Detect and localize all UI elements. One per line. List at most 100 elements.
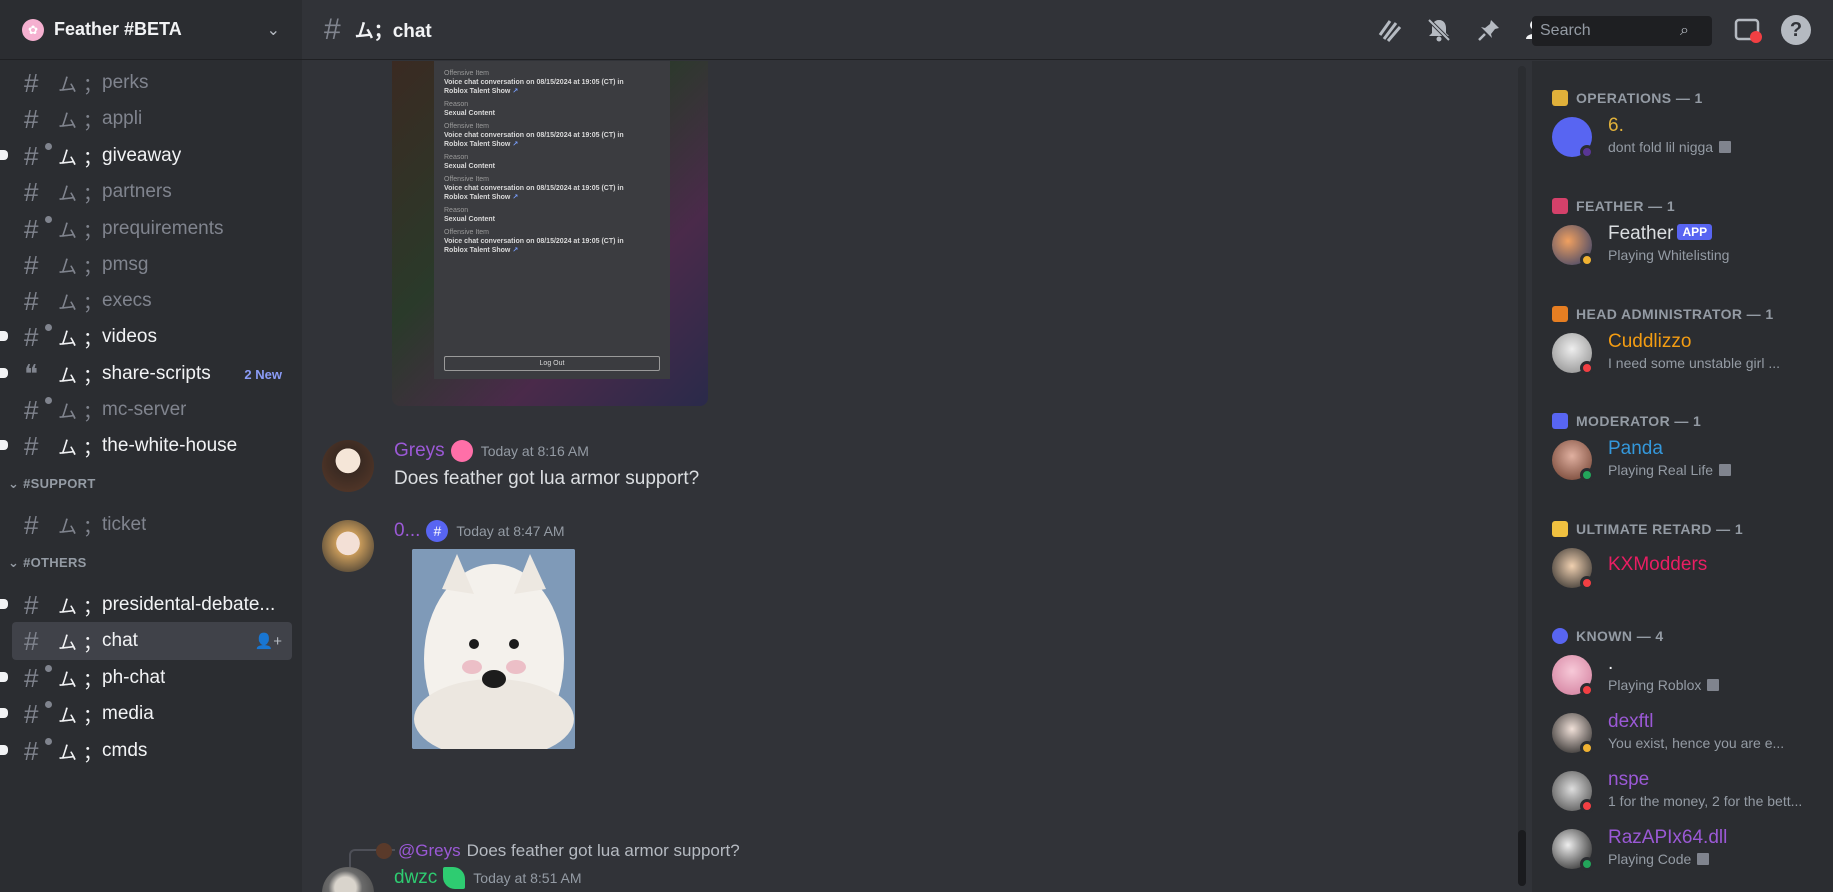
notification-muted-icon[interactable] — [1425, 16, 1453, 44]
channel-share-scripts[interactable]: ❝ ム； share-scripts 2 New — [0, 355, 292, 393]
server-name: Feather #BETA — [54, 19, 182, 39]
member-item[interactable]: Panda Playing Real Life — [1552, 436, 1822, 484]
server-icon: ✿ — [22, 18, 44, 41]
locked-hash-icon: # — [24, 663, 54, 694]
role-icon — [1552, 521, 1568, 537]
shield-icon — [1552, 306, 1568, 322]
channel-media[interactable]: # ム； media — [0, 695, 292, 733]
username[interactable]: dwzc — [394, 867, 437, 889]
channel-presidental-debate[interactable]: # ム； presidental-debate... — [0, 586, 292, 624]
channel-the-white-house[interactable]: # ム； the-white-house — [0, 427, 292, 465]
unread-indicator — [0, 708, 8, 718]
dog-image-attachment[interactable] — [412, 549, 575, 749]
threads-icon[interactable] — [1375, 16, 1403, 44]
status-idle-icon — [1580, 741, 1594, 755]
member-status-text: Playing Code — [1608, 851, 1692, 867]
member-name: nspe — [1608, 769, 1650, 790]
member-status-text: I need some unstable girl ... — [1608, 355, 1780, 371]
member-name: Panda — [1608, 438, 1663, 459]
channel-name: mc-server — [102, 399, 187, 420]
server-header[interactable]: ✿ Feather #BETA ⌄ — [0, 0, 302, 60]
member-name: 6. — [1608, 115, 1624, 136]
role-icon — [1552, 198, 1568, 214]
member-item[interactable]: nspe 1 for the money, 2 for the bett... — [1552, 767, 1822, 815]
shield-icon — [1552, 413, 1568, 429]
role-header-operations: OPERATIONS — 1 — [1552, 90, 1703, 106]
help-icon[interactable]: ? — [1781, 15, 1811, 45]
locked-hash-icon: # — [24, 322, 54, 353]
member-item[interactable]: KXModders — [1552, 544, 1822, 592]
hash-icon: # — [24, 176, 39, 207]
status-online-icon — [1580, 857, 1594, 871]
channel-prequirements[interactable]: # ム； prequirements — [12, 210, 292, 248]
channel-execs[interactable]: # ム； execs — [12, 282, 292, 320]
status-online-icon — [1580, 468, 1594, 482]
channel-sidebar: ✿ Feather #BETA ⌄ # ム； perks # ム； appli … — [0, 0, 302, 892]
image-attachment[interactable]: Offensive Item Voice chat conversation o… — [392, 61, 708, 406]
reply-avatar — [376, 843, 392, 859]
channel-perks[interactable]: # ム； perks — [12, 64, 292, 102]
channel-partners[interactable]: # ム； partners — [12, 173, 292, 211]
unread-indicator — [0, 150, 8, 160]
member-name: RazAPIx64.dll — [1608, 827, 1728, 848]
username[interactable]: 0... — [394, 520, 420, 542]
hash-icon: # — [24, 509, 39, 540]
member-item[interactable]: Cuddlizzo I need some unstable girl ... — [1552, 329, 1822, 377]
search-input[interactable] — [1540, 22, 1680, 40]
member-item[interactable]: dexftl You exist, hence you are e... — [1552, 709, 1822, 757]
unread-indicator — [0, 368, 8, 378]
channel-name: perks — [102, 72, 149, 93]
channel-ticket[interactable]: # ム； ticket — [12, 506, 292, 544]
chevron-down-icon[interactable]: ⌄ — [267, 20, 280, 40]
note-icon — [1719, 141, 1732, 153]
channel-cmds[interactable]: # ム； cmds — [0, 732, 292, 770]
channel-name: cmds — [102, 740, 148, 761]
channel-ph-chat[interactable]: # ム； ph-chat — [0, 659, 292, 697]
channel-appli[interactable]: # ム； appli — [12, 100, 292, 138]
kirby-emoji-icon — [450, 440, 473, 462]
channel-pmsg[interactable]: # ム； pmsg — [12, 246, 292, 284]
reply-username[interactable]: @Greys — [398, 841, 461, 861]
new-posts-badge: 2 New — [244, 366, 282, 382]
channel-videos[interactable]: # ム； videos — [0, 318, 292, 356]
hash-icon: # — [24, 103, 39, 134]
logout-button-image: Log Out — [444, 356, 660, 371]
channel-chat[interactable]: # ム； chat 👤+ — [12, 622, 292, 660]
forum-icon: ❝ — [24, 358, 38, 389]
username[interactable]: Greys — [394, 440, 445, 462]
member-status-text: Playing Whitelisting — [1608, 247, 1730, 263]
role-icon — [1552, 90, 1568, 106]
unread-indicator — [0, 331, 8, 341]
category-support[interactable]: ⌄ #SUPPORT — [8, 476, 96, 492]
scrollbar-thumb[interactable] — [1518, 830, 1526, 886]
server-tag-icon: # — [426, 520, 449, 542]
member-name: KXModders — [1608, 554, 1708, 575]
channel-mc-server[interactable]: # ム； mc-server — [12, 391, 292, 429]
channel-giveaway[interactable]: # ム； giveaway — [0, 137, 292, 175]
invite-member-icon[interactable]: 👤+ — [255, 632, 282, 650]
member-status-text: 1 for the money, 2 for the bett... — [1608, 793, 1803, 809]
discord-window: ✿ Feather #BETA ⌄ # ム； perks # ム； appli … — [0, 0, 1833, 892]
search-box[interactable]: ⌕ — [1532, 16, 1712, 46]
member-item[interactable]: RazAPIx64.dll Playing Code — [1552, 825, 1822, 873]
member-item[interactable]: 6. dont fold lil nigga — [1552, 113, 1822, 161]
pin-icon[interactable] — [1475, 16, 1503, 44]
reply-text: Does feather got lua armor support? — [466, 841, 740, 860]
member-item[interactable]: Feather APP Playing Whitelisting — [1552, 221, 1822, 269]
hash-icon: # — [24, 67, 39, 98]
unread-indicator — [0, 672, 8, 682]
member-status-text: You exist, hence you are e... — [1608, 735, 1785, 751]
scrollbar-track[interactable] — [1518, 66, 1526, 886]
note-icon — [1697, 853, 1710, 865]
category-others[interactable]: ⌄ #OTHERS — [8, 555, 87, 571]
channel-name: videos — [102, 326, 157, 347]
timestamp: Today at 8:16 AM — [480, 443, 589, 459]
channel-list: # ム； perks # ム； appli # ム； giveaway # ム；… — [0, 60, 302, 892]
avatar[interactable] — [322, 520, 374, 572]
avatar[interactable] — [322, 440, 374, 492]
member-item[interactable]: . Playing Roblox — [1552, 651, 1822, 699]
inbox-icon[interactable] — [1733, 16, 1763, 44]
moderation-report-screenshot: Offensive Item Voice chat conversation o… — [434, 61, 670, 379]
member-name: Feather — [1608, 223, 1674, 244]
role-header-feather: FEATHER — 1 — [1552, 198, 1675, 214]
